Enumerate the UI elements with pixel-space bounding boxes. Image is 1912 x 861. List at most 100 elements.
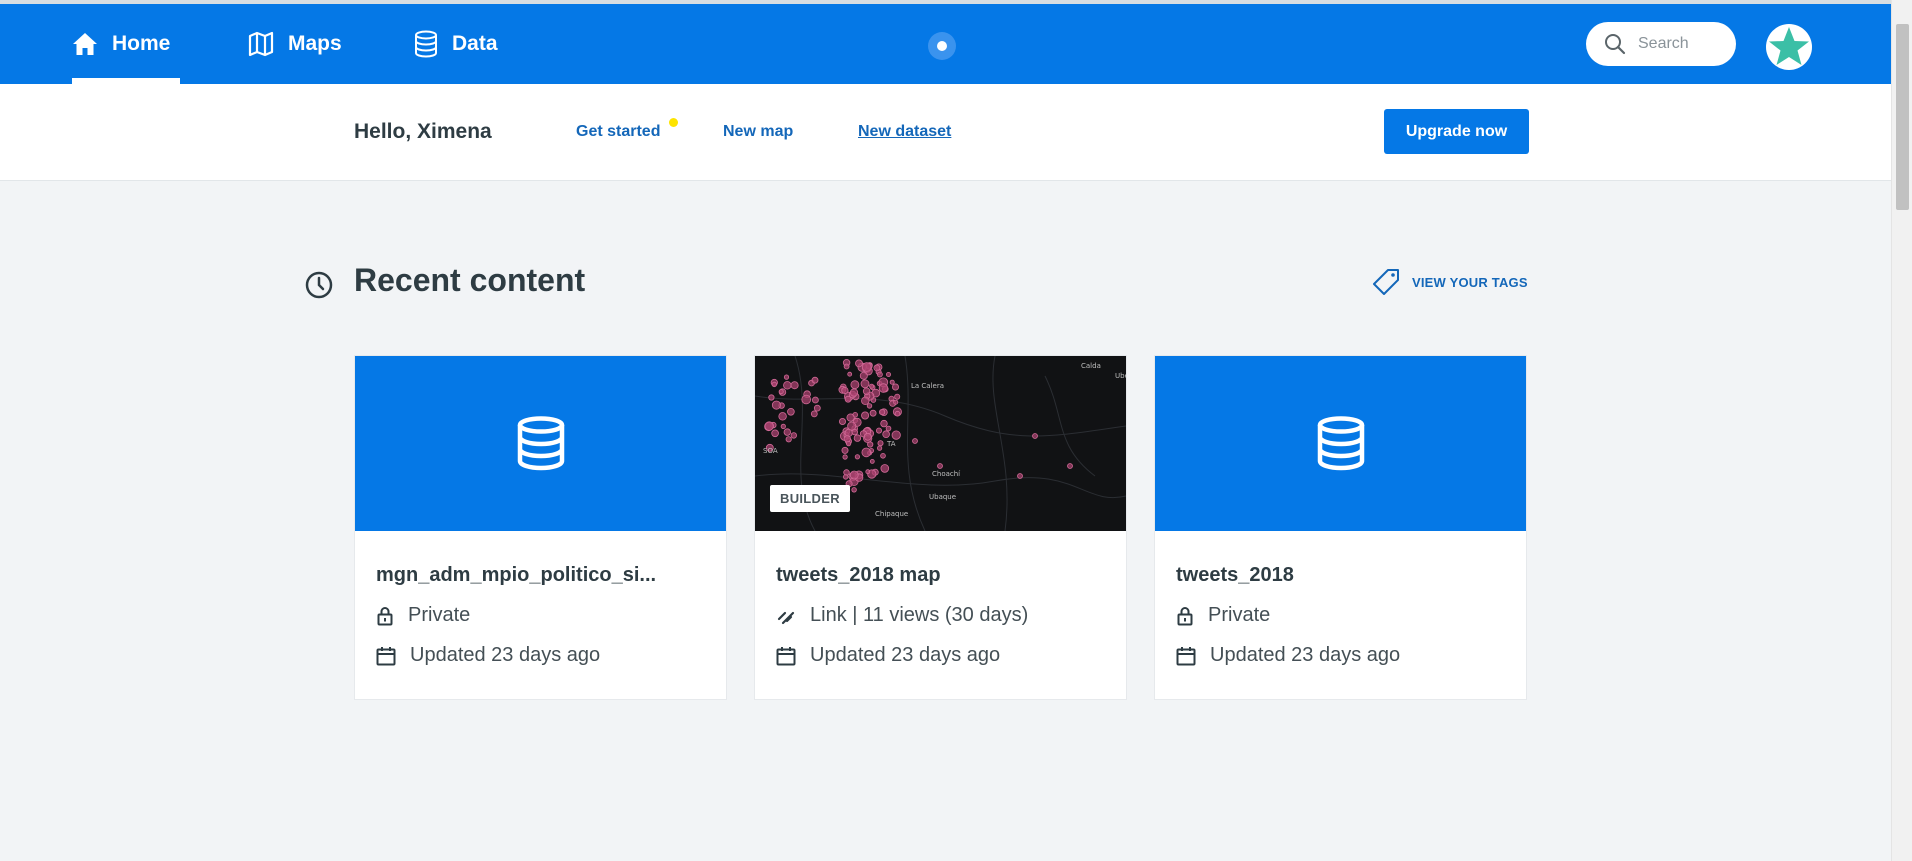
card-title[interactable]: mgn_adm_mpio_politico_si... bbox=[376, 564, 656, 587]
map-thumbnail: Calda La Calera SOA TA Chipaque Ubaque C… bbox=[755, 356, 1126, 531]
content-card[interactable]: mgn_adm_mpio_politico_si... Private Upda… bbox=[354, 355, 727, 700]
content-card[interactable]: Calda La Calera SOA TA Chipaque Ubaque C… bbox=[754, 355, 1127, 700]
card-title[interactable]: tweets_2018 bbox=[1176, 564, 1294, 587]
scrollbar[interactable] bbox=[1891, 0, 1912, 861]
map-point bbox=[846, 413, 855, 422]
map-label: Chipaque bbox=[875, 510, 908, 518]
map-point bbox=[810, 410, 818, 418]
map-point bbox=[869, 459, 875, 464]
calendar-icon bbox=[1176, 646, 1196, 665]
tag-icon bbox=[1373, 269, 1399, 295]
card-updated-label: Updated 23 days ago bbox=[1210, 644, 1401, 666]
map-label: Choachí bbox=[932, 470, 961, 478]
card-updated-label: Updated 23 days ago bbox=[810, 644, 1001, 666]
map-point bbox=[866, 403, 873, 409]
map-point bbox=[893, 399, 899, 405]
get-started-link[interactable]: Get started bbox=[576, 123, 660, 141]
view-tags-link[interactable]: VIEW YOUR TAGS bbox=[1372, 268, 1528, 296]
map-point bbox=[861, 362, 872, 372]
map-point bbox=[783, 374, 790, 380]
lock-icon bbox=[377, 606, 393, 625]
map-point bbox=[860, 379, 870, 389]
map-point bbox=[869, 383, 875, 389]
view-tags-label: VIEW YOUR TAGS bbox=[1412, 274, 1528, 290]
map-point bbox=[841, 446, 849, 454]
card-updated: Updated 23 days ago bbox=[376, 644, 600, 667]
map-point bbox=[877, 371, 883, 378]
map-point bbox=[861, 447, 872, 458]
card-visibility: Private bbox=[376, 604, 470, 627]
page: Home Maps Data Hello, Ximena Get started… bbox=[0, 0, 1891, 861]
map-point bbox=[790, 381, 799, 390]
search-icon bbox=[1605, 34, 1626, 55]
map-point bbox=[891, 430, 901, 440]
map-point bbox=[801, 394, 811, 405]
map-point bbox=[877, 445, 883, 451]
nav-data[interactable]: Data bbox=[414, 4, 498, 84]
map-label: Ubaque bbox=[929, 493, 956, 501]
nav-home[interactable]: Home bbox=[72, 4, 170, 84]
map-point bbox=[894, 410, 901, 417]
map-point bbox=[873, 364, 881, 372]
content-card[interactable]: tweets_2018 Private Updated 23 days ago bbox=[1154, 355, 1527, 700]
map-point bbox=[862, 387, 871, 395]
map-point bbox=[880, 419, 888, 428]
map-point bbox=[851, 487, 857, 493]
map-point bbox=[853, 434, 862, 442]
database-icon bbox=[517, 415, 564, 470]
nav-data-label: Data bbox=[452, 32, 498, 55]
map-point bbox=[787, 407, 795, 416]
map-point bbox=[863, 432, 872, 441]
calendar-icon bbox=[776, 646, 796, 665]
map-point bbox=[842, 474, 849, 480]
map-point bbox=[780, 423, 786, 430]
map-point bbox=[849, 470, 859, 480]
map-point bbox=[882, 430, 890, 438]
nav-maps-label: Maps bbox=[288, 32, 342, 55]
logo-icon[interactable] bbox=[928, 32, 956, 60]
map-point bbox=[937, 463, 943, 469]
top-navbar: Home Maps Data bbox=[0, 0, 1891, 84]
map-point bbox=[846, 441, 852, 447]
map-point bbox=[811, 376, 819, 384]
builder-badge: BUILDER bbox=[770, 485, 850, 512]
map-point bbox=[850, 380, 860, 390]
map-point bbox=[877, 440, 884, 447]
map-point bbox=[885, 371, 891, 377]
map-point bbox=[764, 421, 774, 431]
scrollbar-thumb[interactable] bbox=[1896, 24, 1909, 210]
map-point bbox=[813, 404, 821, 412]
nav-maps[interactable]: Maps bbox=[248, 4, 342, 84]
map-point bbox=[865, 469, 871, 475]
card-visibility-label: Private bbox=[408, 604, 471, 626]
map-icon bbox=[248, 31, 274, 57]
map-point bbox=[843, 363, 850, 370]
avatar[interactable] bbox=[1766, 24, 1812, 70]
map-point bbox=[842, 454, 848, 460]
card-visibility: Link | 11 views (30 days) bbox=[776, 604, 1028, 627]
map-point bbox=[847, 371, 853, 377]
search-box[interactable] bbox=[1586, 22, 1736, 66]
greeting: Hello, Ximena bbox=[354, 120, 492, 143]
card-visibility-label: Link | 11 views (30 days) bbox=[810, 604, 1029, 626]
map-point bbox=[912, 438, 918, 444]
dataset-thumbnail bbox=[1155, 356, 1526, 531]
new-dataset-link[interactable]: New dataset bbox=[858, 123, 951, 141]
database-icon bbox=[1317, 415, 1364, 470]
lock-icon bbox=[1177, 606, 1193, 625]
map-point bbox=[855, 359, 863, 368]
map-point bbox=[859, 371, 868, 380]
card-visibility: Private bbox=[1176, 604, 1270, 627]
map-point bbox=[843, 435, 851, 443]
map-point bbox=[778, 412, 787, 421]
upgrade-now-button[interactable]: Upgrade now bbox=[1384, 109, 1529, 154]
map-point bbox=[778, 389, 784, 395]
search-input[interactable] bbox=[1636, 34, 1735, 54]
map-point bbox=[889, 379, 895, 385]
map-point bbox=[879, 408, 886, 416]
map-point bbox=[869, 409, 877, 417]
card-visibility-label: Private bbox=[1208, 604, 1271, 626]
new-map-link[interactable]: New map bbox=[723, 123, 793, 141]
card-title[interactable]: tweets_2018 map bbox=[776, 564, 941, 587]
card-updated: Updated 23 days ago bbox=[1176, 644, 1400, 667]
